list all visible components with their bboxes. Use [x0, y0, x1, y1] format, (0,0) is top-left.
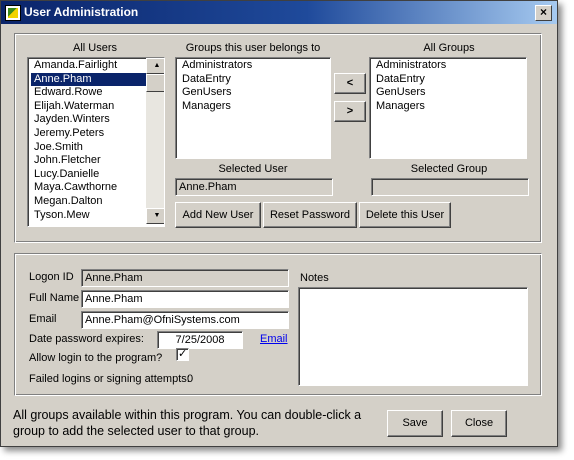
- user-group-item[interactable]: Administrators: [179, 59, 252, 73]
- group-list-item[interactable]: Managers: [373, 100, 446, 114]
- close-button[interactable]: Close: [451, 410, 507, 437]
- scroll-down-icon[interactable]: ▼: [146, 208, 164, 224]
- users-scrollbar[interactable]: ▲ ▼: [146, 58, 164, 224]
- email-link[interactable]: Email: [260, 333, 288, 345]
- user-list-item[interactable]: Jayden.Winters: [31, 113, 149, 127]
- close-icon[interactable]: ×: [535, 5, 552, 21]
- all-users-list[interactable]: Amanda.Fairlight Anne.Pham Edward.Rowe Elij…: [27, 57, 165, 227]
- full-name-field[interactable]: Anne.Pham: [81, 290, 289, 308]
- app-logo-icon: [5, 5, 21, 21]
- user-group-item[interactable]: GenUsers: [179, 86, 252, 100]
- window-title: User Administration: [24, 5, 139, 19]
- move-right-button[interactable]: >: [334, 101, 366, 122]
- help-message: All groups available within this program…: [13, 408, 362, 438]
- user-list-item[interactable]: Amanda.Fairlight: [31, 59, 149, 73]
- all-groups-label: All Groups: [423, 42, 475, 54]
- allow-login-checkbox[interactable]: ✓: [176, 347, 189, 361]
- full-name-label: Full Name: [29, 292, 80, 304]
- user-list-item[interactable]: Tyson.Mew: [31, 209, 149, 223]
- selected-user-label: Selected User: [218, 163, 288, 175]
- selected-group-label: Selected Group: [410, 163, 488, 175]
- user-list-item[interactable]: Jeremy.Peters: [31, 127, 149, 141]
- selected-user-field: Anne.Pham: [175, 178, 333, 196]
- notes-label: Notes: [300, 272, 329, 284]
- allow-login-label: Allow login to the program?: [29, 352, 163, 364]
- add-new-user-button[interactable]: Add New User: [175, 202, 261, 228]
- email-label: Email: [29, 313, 57, 325]
- user-list-item[interactable]: Maya.Cawthorne: [31, 181, 149, 195]
- user-group-item[interactable]: Managers: [179, 100, 252, 114]
- selected-group-field: [371, 178, 529, 196]
- scroll-thumb[interactable]: [146, 74, 164, 92]
- all-groups-list[interactable]: Administrators DataEntry GenUsers Managers: [369, 57, 527, 159]
- group-list-item[interactable]: DataEntry: [373, 73, 446, 87]
- user-group-item[interactable]: DataEntry: [179, 73, 252, 87]
- failed-logins-label: Failed logins or signing attempts:: [29, 373, 190, 385]
- user-groups-list[interactable]: Administrators DataEntry GenUsers Managers: [175, 57, 331, 159]
- failed-logins-value: 0: [187, 373, 194, 385]
- user-groups-label: Groups this user belongs to: [185, 42, 321, 54]
- date-expires-field[interactable]: 7/25/2008: [157, 331, 243, 349]
- user-list-item[interactable]: John.Fletcher: [31, 154, 149, 168]
- user-list-item[interactable]: Anne.Pham: [31, 72, 149, 87]
- date-expires-label: Date password expires:: [29, 333, 144, 345]
- move-left-button[interactable]: <: [334, 73, 366, 94]
- user-list-item[interactable]: Elijah.Waterman: [31, 100, 149, 114]
- title-bar[interactable]: User Administration ×: [1, 1, 557, 24]
- user-administration-window: User Administration × All Users Amanda.F…: [0, 0, 558, 447]
- all-users-label: All Users: [72, 42, 117, 54]
- user-list-item[interactable]: Joe.Smith: [31, 141, 149, 155]
- scroll-up-icon[interactable]: ▲: [146, 58, 164, 74]
- user-list-item[interactable]: Edward.Rowe: [31, 86, 149, 100]
- checkmark-icon: ✓: [178, 347, 188, 360]
- email-field[interactable]: Anne.Pham@OfniSystems.com: [81, 311, 289, 329]
- group-list-item[interactable]: GenUsers: [373, 86, 446, 100]
- user-list-item[interactable]: Lucy.Danielle: [31, 168, 149, 182]
- save-button[interactable]: Save: [387, 410, 443, 437]
- group-list-item[interactable]: Administrators: [373, 59, 446, 73]
- logon-id-label: Logon ID: [29, 271, 74, 283]
- reset-password-button[interactable]: Reset Password: [263, 202, 357, 228]
- user-list-item[interactable]: Megan.Dalton: [31, 195, 149, 209]
- logon-id-field: Anne.Pham: [81, 269, 289, 287]
- notes-textarea[interactable]: [298, 287, 528, 386]
- delete-user-button[interactable]: Delete this User: [359, 202, 451, 228]
